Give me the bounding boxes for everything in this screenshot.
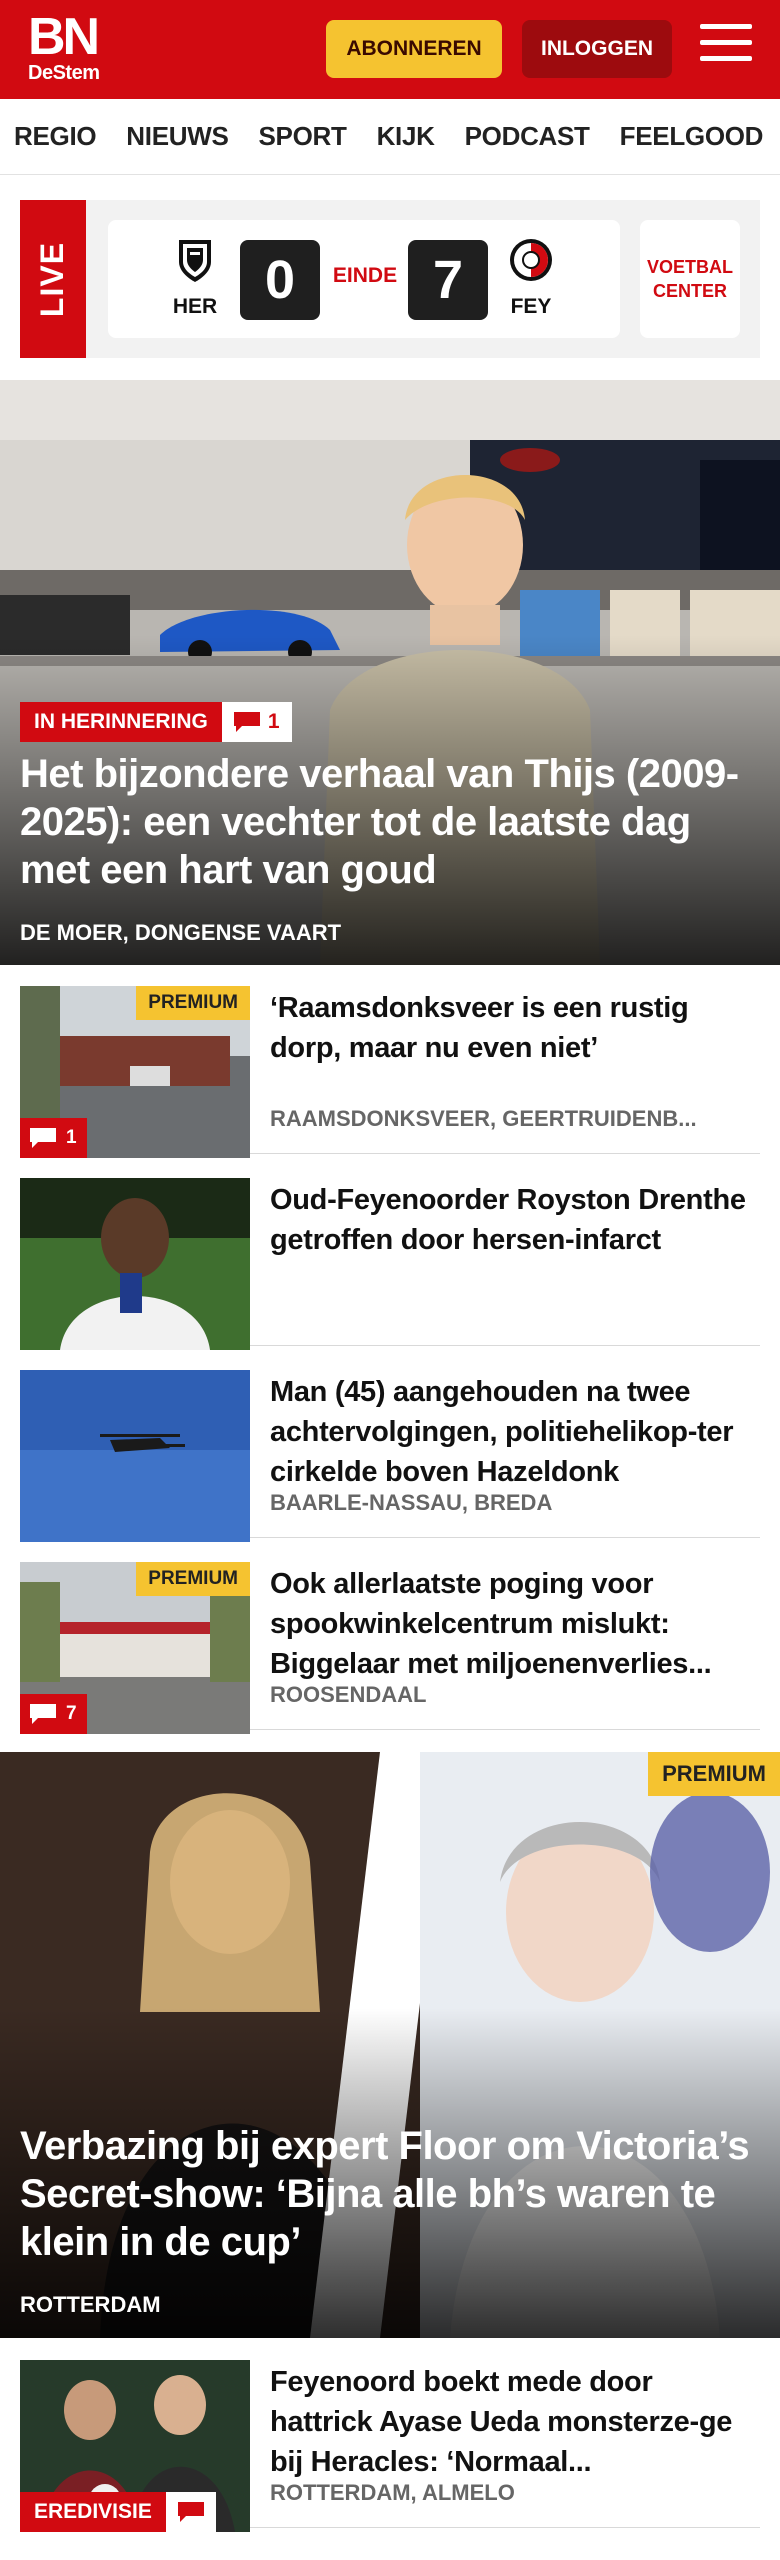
article-item[interactable]: PREMIUM 1 ‘Raamsdonksveer is een rustig …: [20, 982, 760, 1158]
main-nav: REGIO NIEUWS SPORT KIJK PODCAST FEELGOOD: [0, 99, 780, 175]
premium-badge: PREMIUM: [648, 1752, 780, 1796]
article-photo: [20, 1370, 250, 1542]
article-title[interactable]: Feyenoord boekt mede door hattrick Ayase…: [270, 2362, 750, 2482]
article-title[interactable]: ‘Raamsdonksveer is een rustig dorp, maar…: [270, 988, 750, 1068]
article-item[interactable]: Man (45) aangehouden na twee achtervolgi…: [20, 1366, 760, 1542]
comment-icon: [30, 1704, 56, 1724]
feature-location: ROTTERDAM: [20, 2292, 161, 2317]
comment-button[interactable]: [165, 2492, 216, 2532]
comment-icon: [177, 2502, 204, 2522]
voetbal-center-line2: CENTER: [652, 281, 727, 301]
site-header: BN DeStem ABONNEREN INLOGGEN: [0, 0, 780, 99]
article-location: BAARLE-NASSAU, BREDA: [270, 1490, 553, 1515]
article-title[interactable]: Oud-Feyenoorder Royston Drenthe getroffe…: [270, 1180, 750, 1260]
premium-badge: PREMIUM: [136, 986, 250, 1020]
nav-item-kijk[interactable]: KIJK: [377, 121, 435, 152]
hero-location: DE MOER, DONGENSE VAART: [20, 920, 342, 945]
match-status: EINDE: [332, 264, 398, 287]
article-thumbnail: [20, 1370, 250, 1542]
article-title[interactable]: Ook allerlaatste poging voor spookwinkel…: [270, 1564, 750, 1684]
feature-article[interactable]: PREMIUM Verbazing bij expert Floor om Vi…: [0, 1752, 780, 2338]
comment-count[interactable]: 7: [20, 1694, 87, 1734]
away-score: 7: [408, 240, 488, 320]
hero-category-tag: IN HERINNERING: [20, 702, 222, 742]
article-thumbnail: EREDIVISIE: [20, 2360, 250, 2532]
hero-comment-number: 1: [267, 710, 280, 733]
comment-number: 1: [66, 1127, 77, 1148]
live-badge: LIVE: [20, 200, 86, 358]
hamburger-menu-icon[interactable]: [700, 24, 752, 70]
home-team-abbr: HER: [172, 295, 218, 318]
hero-title[interactable]: Het bijzondere verhaal van Thijs (2009-2…: [20, 750, 760, 894]
category-tags: EREDIVISIE: [20, 2492, 216, 2532]
nav-item-podcast[interactable]: PODCAST: [465, 121, 590, 152]
nav-item-regio[interactable]: REGIO: [14, 121, 97, 152]
away-team-abbr: FEY: [510, 295, 552, 318]
voetbal-center-link[interactable]: VOETBAL CENTER: [640, 220, 740, 338]
article-location: RAAMSDONKSVEER, GEERTRUIDENB...: [270, 1106, 697, 1131]
logo-destem: DeStem: [28, 62, 100, 84]
article-thumbnail: [20, 1178, 250, 1350]
live-label: LIVE: [34, 241, 71, 317]
article-thumbnail: PREMIUM 1: [20, 986, 250, 1158]
article-title[interactable]: Man (45) aangehouden na twee achtervolgi…: [270, 1372, 750, 1492]
feyenoord-crest-icon: [510, 239, 552, 281]
menu-line: [700, 40, 752, 45]
comment-count[interactable]: 1: [20, 1118, 87, 1158]
hero-article[interactable]: IN HERINNERING 1 Het bijzondere verhaal …: [0, 380, 780, 965]
article-photo: [20, 1178, 250, 1350]
article-location: ROTTERDAM, ALMELO: [270, 2480, 515, 2505]
voetbal-center-line1: VOETBAL: [646, 257, 733, 277]
article-thumbnail: PREMIUM 7: [20, 1562, 250, 1734]
hero-comment-count[interactable]: 1: [221, 702, 292, 742]
nav-item-feelgood[interactable]: FEELGOOD: [620, 121, 764, 152]
premium-badge: PREMIUM: [136, 1562, 250, 1596]
logo-bn: BN: [28, 8, 100, 66]
heracles-crest-icon: [179, 240, 211, 282]
article-item[interactable]: PREMIUM 7 Ook allerlaatste poging voor s…: [20, 1558, 760, 1734]
home-score: 0: [240, 240, 320, 320]
nav-item-nieuws[interactable]: NIEUWS: [126, 121, 229, 152]
article-item[interactable]: Oud-Feyenoorder Royston Drenthe getroffe…: [20, 1174, 760, 1350]
site-logo[interactable]: BN DeStem: [28, 8, 118, 88]
match-score-card[interactable]: HER 0 EINDE 7 FEY: [108, 220, 620, 338]
comment-number: 7: [66, 1703, 77, 1724]
away-team: FEY: [496, 236, 566, 319]
comment-icon: [30, 1128, 56, 1148]
nav-item-sport[interactable]: SPORT: [259, 121, 347, 152]
live-score-widget: LIVE HER 0 EINDE 7 FEY VOETBAL CENTER: [20, 200, 760, 358]
article-item[interactable]: EREDIVISIE Feyenoord boekt mede door hat…: [20, 2356, 760, 2532]
subscribe-button[interactable]: ABONNEREN: [326, 20, 502, 78]
login-button[interactable]: INLOGGEN: [522, 20, 672, 78]
category-tag: EREDIVISIE: [20, 2492, 166, 2532]
home-team: HER: [160, 236, 230, 319]
menu-line: [700, 56, 752, 61]
article-location: ROOSENDAAL: [270, 1682, 427, 1707]
feature-title[interactable]: Verbazing bij expert Floor om Victoria’s…: [20, 2122, 760, 2266]
menu-line: [700, 24, 752, 29]
comment-icon: [233, 712, 260, 732]
hero-tags: IN HERINNERING 1: [20, 702, 292, 742]
